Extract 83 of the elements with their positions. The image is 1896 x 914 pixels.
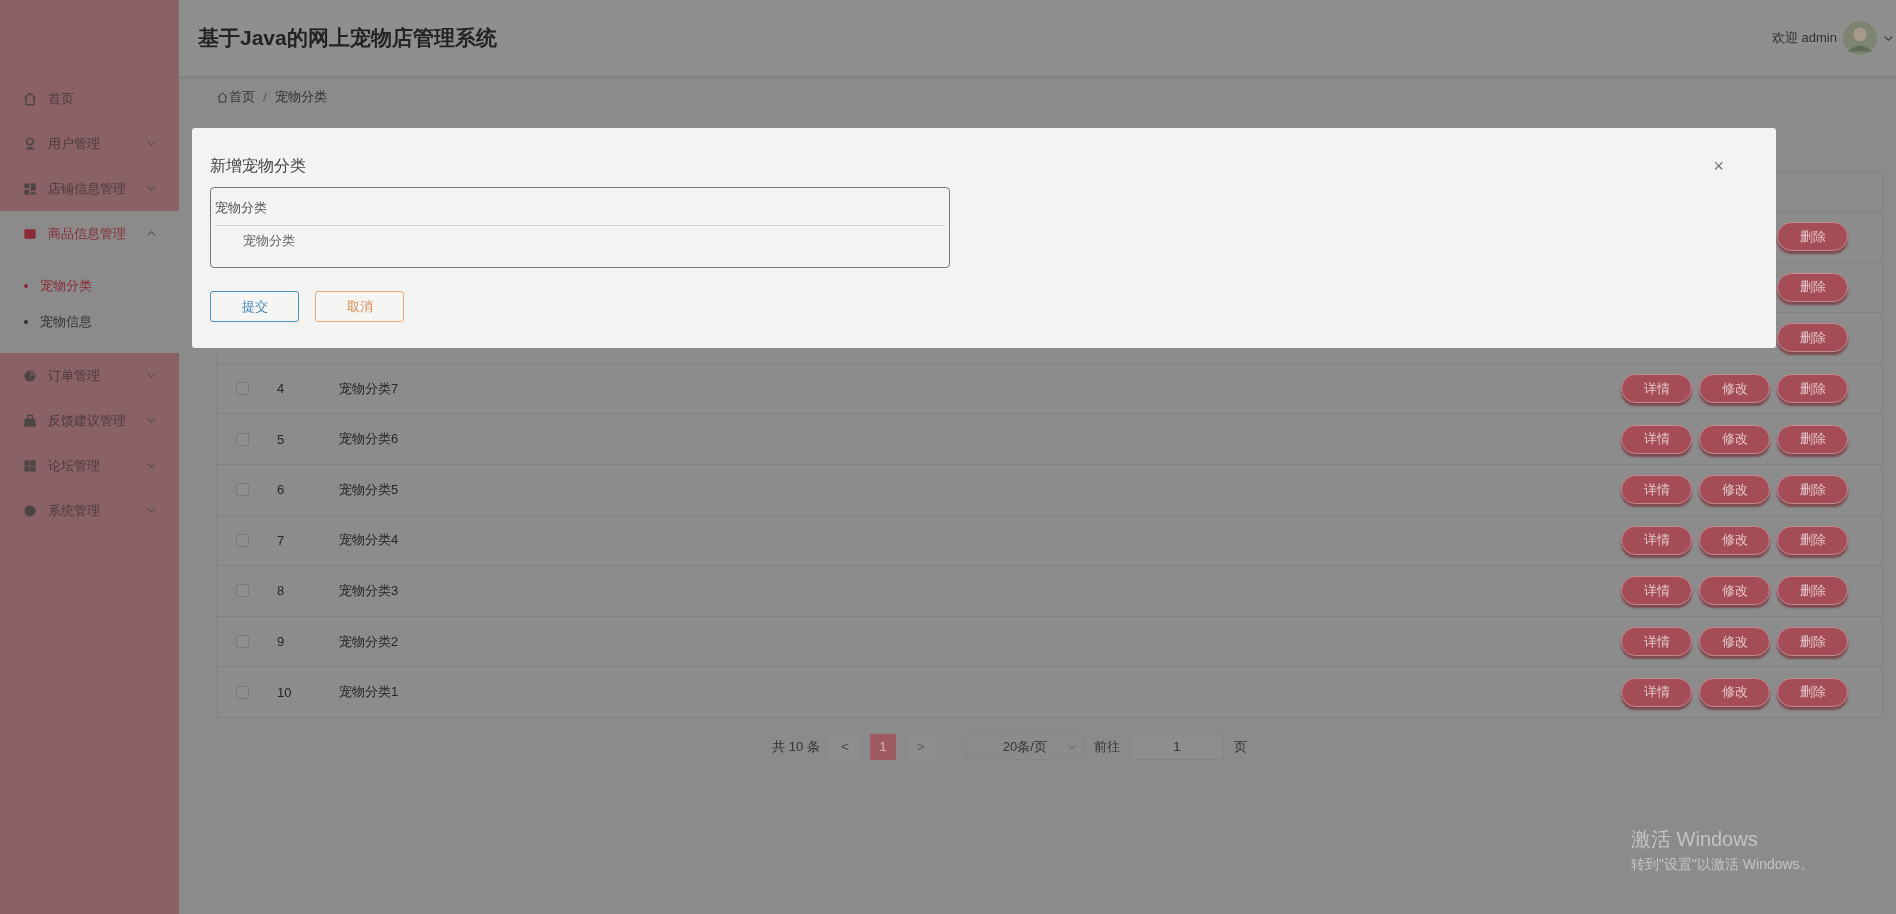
action-button[interactable]: 修改	[1699, 475, 1770, 505]
menu-item[interactable]: 订单管理	[0, 353, 179, 398]
action-button[interactable]: 详情	[1621, 374, 1692, 404]
menu-label: 商品信息管理	[48, 224, 127, 243]
action-button[interactable]: 删除	[1777, 424, 1848, 454]
action-button[interactable]: 删除	[1777, 677, 1848, 707]
user-icon	[22, 135, 38, 152]
action-button[interactable]: 删除	[1777, 627, 1848, 657]
action-button[interactable]: 详情	[1621, 475, 1692, 505]
table-cell: 9	[277, 634, 285, 650]
action-button[interactable]: 修改	[1699, 627, 1770, 657]
avatar-icon[interactable]	[1843, 21, 1877, 55]
breadcrumb-link[interactable]: 宠物分类	[274, 88, 327, 106]
home-icon	[22, 90, 38, 107]
table-cell: 宠物分类5	[339, 481, 399, 497]
table-cell: 6	[277, 482, 285, 498]
menu-label: 反馈建议管理	[48, 411, 127, 430]
action-button[interactable]: 详情	[1621, 424, 1692, 454]
menu-item[interactable]: 商品信息管理	[0, 211, 179, 256]
table-cell: 宠物分类4	[339, 532, 399, 548]
cancel-button[interactable]: 取消	[315, 291, 404, 322]
action-button[interactable]: 修改	[1699, 677, 1770, 707]
action-button[interactable]: 删除	[1777, 576, 1848, 606]
form-section-title: 宠物分类	[215, 200, 267, 215]
action-button[interactable]: 详情	[1621, 576, 1692, 606]
menu-label: 用户管理	[48, 134, 101, 153]
action-button[interactable]: 详情	[1621, 627, 1692, 657]
field-label: 宠物分类	[242, 232, 295, 250]
table-cell: 宠物分类2	[339, 633, 399, 649]
activation-title: 激活 Windows	[1631, 827, 1759, 852]
table-cell: 7	[277, 532, 285, 548]
submenu-item[interactable]: 宠物分类	[0, 268, 179, 304]
action-button[interactable]: 删除	[1777, 475, 1848, 505]
action-button[interactable]: 删除	[1777, 525, 1848, 555]
page-size-select[interactable]: 20条/页	[965, 733, 1084, 760]
menu-label: 系统管理	[48, 501, 101, 520]
menu-item[interactable]: 论坛管理	[0, 443, 179, 488]
page-input[interactable]: 1	[1129, 733, 1224, 760]
menu-label: 首页	[48, 89, 75, 108]
action-button[interactable]: 修改	[1699, 576, 1770, 606]
action-button[interactable]: 修改	[1699, 525, 1770, 555]
total-count: 共 10 条	[772, 737, 820, 756]
table-cell: 宠物分类1	[339, 684, 399, 700]
table-cell: 宠物分类6	[339, 431, 399, 447]
briefcase-icon	[22, 412, 38, 429]
circle-icon	[22, 502, 38, 519]
menu-item[interactable]: 首页	[0, 76, 179, 121]
page-number[interactable]: 1	[869, 733, 896, 760]
action-button[interactable]: 详情	[1621, 677, 1692, 707]
table-cell: 8	[277, 583, 285, 599]
menu-item[interactable]: 反馈建议管理	[0, 398, 179, 443]
submit-button[interactable]: 提交	[210, 291, 299, 322]
menu-item[interactable]: 用户管理	[0, 121, 179, 166]
action-button[interactable]: 删除	[1777, 374, 1848, 404]
table-cell: 10	[277, 684, 292, 700]
table-cell: 宠物分类7	[339, 380, 399, 396]
table-cell: 4	[277, 381, 285, 397]
breadcrumb-link[interactable]: 首页	[229, 88, 255, 106]
submenu-item[interactable]: 宠物信息	[0, 304, 179, 340]
app-title: 基于Java的网上宠物店管理系统	[198, 25, 497, 51]
action-button[interactable]: 删除	[1777, 222, 1848, 252]
grid-icon	[22, 457, 38, 474]
action-button[interactable]: 删除	[1777, 323, 1848, 353]
home-icon	[216, 90, 229, 104]
action-button[interactable]: 修改	[1699, 424, 1770, 454]
menu-label: 论坛管理	[48, 456, 101, 475]
close-button[interactable]: ×	[1709, 156, 1728, 177]
menu-label: 订单管理	[48, 366, 101, 385]
menu-label: 店铺信息管理	[48, 179, 127, 198]
menu-item[interactable]: 系统管理	[0, 488, 179, 533]
goto-label: 前往	[1093, 737, 1120, 756]
table-cell: 5	[277, 431, 285, 447]
action-button[interactable]: 详情	[1621, 525, 1692, 555]
grid-icon	[22, 180, 38, 197]
pie-icon	[22, 367, 38, 384]
page-unit: 页	[1233, 737, 1247, 756]
menu-item[interactable]: 店铺信息管理	[0, 166, 179, 211]
action-button[interactable]: 修改	[1699, 374, 1770, 404]
table-cell: 宠物分类3	[339, 582, 399, 598]
welcome-text: 欢迎 admin	[1771, 29, 1837, 47]
dialog-title: 新增宠物分类	[210, 156, 306, 176]
breadcrumb-separator: /	[263, 89, 267, 105]
action-button[interactable]: 删除	[1777, 272, 1848, 302]
